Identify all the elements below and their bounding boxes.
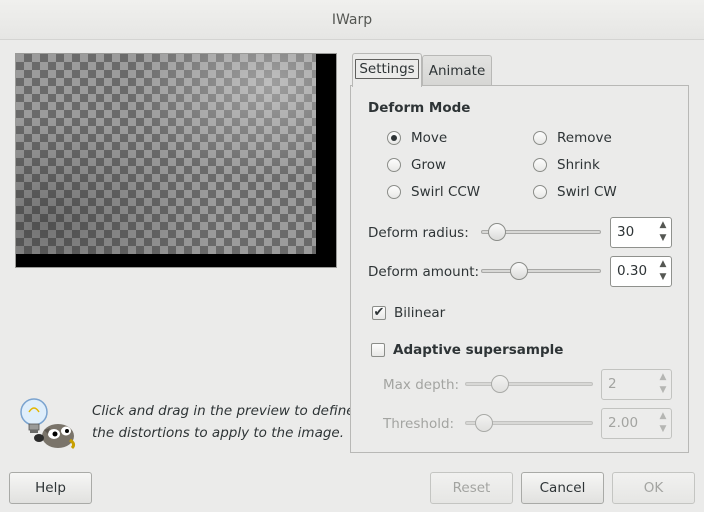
deform-radius-label: Deform radius: [368,225,469,241]
max-depth-spin[interactable]: 2 ▲ ▼ [601,369,672,400]
chevron-up-icon[interactable]: ▲ [657,258,669,271]
max-depth-trough[interactable] [465,382,593,386]
preview-canvas[interactable] [15,53,337,268]
radio-remove[interactable]: Remove [533,128,612,148]
threshold-slider[interactable] [465,413,593,433]
radio-swirl-cw[interactable]: Swirl CW [533,182,617,202]
chevron-up-icon[interactable]: ▲ [657,371,669,384]
reset-button[interactable]: Reset [430,472,513,504]
threshold-label: Threshold: [383,416,455,432]
radio-swirl-ccw-indicator[interactable] [387,185,401,199]
radio-swirl-cw-indicator[interactable] [533,185,547,199]
radio-move-indicator[interactable] [387,131,401,145]
cancel-button[interactable]: Cancel [521,472,604,504]
max-depth-knob[interactable] [491,375,509,393]
hint-line-2: the distortions to apply to the image. [92,425,345,441]
radio-swirl-ccw-label: Swirl CCW [411,184,481,200]
bilinear-checkbox-box[interactable]: ✔ [372,306,386,320]
adaptive-supersample-checkbox[interactable]: Adaptive supersample [371,340,563,360]
deform-radius-value[interactable]: 30 [617,218,634,247]
hint-area: Click and drag in the preview to define … [14,390,355,460]
deform-amount-slider[interactable] [481,261,601,281]
radio-remove-label: Remove [557,130,612,146]
tab-animate-label: Animate [428,63,486,79]
radio-grow[interactable]: Grow [387,155,446,175]
radio-shrink[interactable]: Shrink [533,155,600,175]
checkmark-icon: ✔ [373,305,385,320]
adaptive-supersample-label: Adaptive supersample [393,342,564,358]
deform-radius-spin[interactable]: 30 ▲ ▼ [610,217,672,248]
max-depth-value[interactable]: 2 [608,370,617,399]
deform-radius-knob[interactable] [488,223,506,241]
window-title: IWarp [331,12,373,28]
deform-amount-spin[interactable]: 0.30 ▲ ▼ [610,256,672,287]
radio-move[interactable]: Move [387,128,447,148]
threshold-spin[interactable]: 2.00 ▲ ▼ [601,408,672,439]
chevron-up-icon[interactable]: ▲ [657,219,669,232]
radio-grow-label: Grow [411,157,447,173]
deform-amount-value[interactable]: 0.30 [617,257,647,286]
chevron-up-icon[interactable]: ▲ [657,410,669,423]
bilinear-label: Bilinear [394,305,446,321]
max-depth-slider[interactable] [465,374,593,394]
bilinear-checkbox[interactable]: ✔ Bilinear [372,303,445,323]
wilber-lightbulb-icon [20,398,76,450]
chevron-down-icon[interactable]: ▼ [657,384,669,397]
deform-amount-label: Deform amount: [368,264,480,280]
deform-amount-trough[interactable] [481,269,601,273]
tab-settings[interactable]: Settings [352,53,422,87]
radio-selected-dot [391,135,397,141]
chevron-down-icon[interactable]: ▼ [657,423,669,436]
radio-grow-indicator[interactable] [387,158,401,172]
help-button[interactable]: Help [9,472,92,504]
hint-line-1: Click and drag in the preview to define [92,403,355,419]
deform-radius-slider[interactable] [481,222,601,242]
hint-text: Click and drag in the preview to define … [92,400,355,444]
radio-shrink-label: Shrink [557,157,600,173]
chevron-down-icon[interactable]: ▼ [657,232,669,245]
threshold-knob[interactable] [475,414,493,432]
settings-panel: Deform Mode Move Remove Grow Shrink Swir… [350,85,689,453]
preview-distortion [16,54,316,254]
deform-mode-title: Deform Mode [368,100,471,116]
deform-amount-knob[interactable] [510,262,528,280]
tab-animate[interactable]: Animate [422,55,492,86]
tab-settings-label: Settings [355,59,419,79]
ok-button[interactable]: OK [612,472,695,504]
chevron-down-icon[interactable]: ▼ [657,271,669,284]
threshold-value[interactable]: 2.00 [608,409,638,438]
max-depth-label: Max depth: [383,377,460,393]
radio-swirl-ccw[interactable]: Swirl CCW [387,182,480,202]
radio-shrink-indicator[interactable] [533,158,547,172]
radio-move-label: Move [411,130,448,146]
adaptive-supersample-checkbox-box[interactable] [371,343,385,357]
radio-remove-indicator[interactable] [533,131,547,145]
window-titlebar: IWarp [0,0,704,40]
radio-swirl-cw-label: Swirl CW [557,184,617,200]
